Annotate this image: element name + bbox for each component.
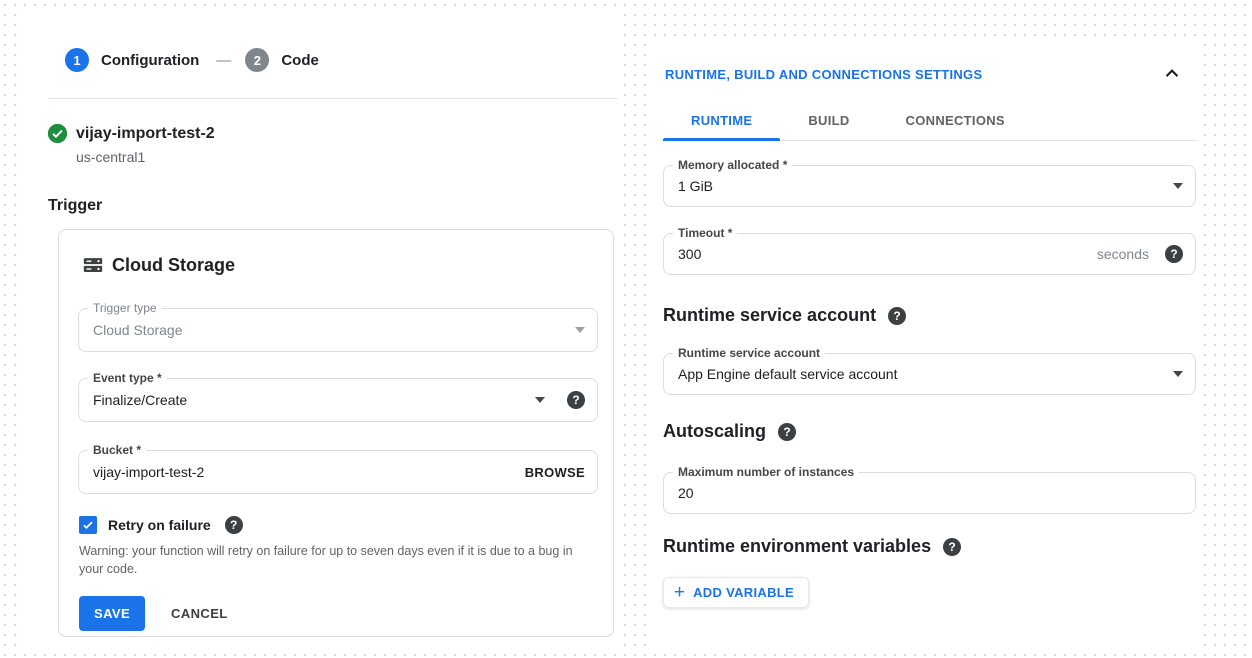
service-account-heading: Runtime service account	[663, 305, 876, 326]
event-type-select[interactable]: Event type * Finalize/Create	[78, 378, 598, 422]
add-variable-button[interactable]: ADD VARIABLE	[663, 577, 809, 608]
autoscaling-heading-row: Autoscaling	[663, 421, 1198, 442]
cancel-button[interactable]: CANCEL	[167, 596, 232, 631]
configuration-panel: 1 Configuration — 2 Code vijay-import-te…	[24, 10, 618, 648]
env-vars-heading: Runtime environment variables	[663, 536, 931, 557]
settings-header-row: RUNTIME, BUILD AND CONNECTIONS SETTINGS	[665, 64, 1182, 84]
dropdown-arrow-icon	[535, 397, 545, 403]
tab-build[interactable]: BUILD	[780, 108, 877, 140]
dropdown-arrow-icon	[575, 327, 585, 333]
plus-icon	[674, 586, 685, 600]
check-circle-icon	[47, 123, 68, 144]
trigger-type-value: Cloud Storage	[93, 322, 183, 338]
autoscaling-heading: Autoscaling	[663, 421, 766, 442]
event-type-help-icon[interactable]	[567, 391, 585, 409]
save-button[interactable]: SAVE	[79, 596, 145, 631]
service-account-help-icon[interactable]	[888, 307, 906, 325]
function-region: us-central1	[76, 149, 618, 165]
max-instances-value: 20	[678, 485, 694, 501]
env-vars-help-icon[interactable]	[943, 538, 961, 556]
browse-button[interactable]: BROWSE	[525, 465, 585, 480]
trigger-card: Cloud Storage Trigger type Cloud Storage…	[58, 229, 614, 637]
runtime-settings-panel: RUNTIME, BUILD AND CONNECTIONS SETTINGS …	[648, 42, 1198, 648]
memory-allocated-value: 1 GiB	[678, 178, 713, 194]
cloud-storage-icon	[82, 254, 104, 276]
tab-connections[interactable]: CONNECTIONS	[878, 108, 1033, 140]
add-variable-label: ADD VARIABLE	[693, 585, 794, 600]
trigger-type-label: Trigger type	[88, 301, 162, 316]
max-instances-label: Maximum number of instances	[673, 465, 859, 480]
memory-allocated-label: Memory allocated *	[673, 158, 792, 173]
retry-on-failure-row: Retry on failure	[79, 516, 595, 534]
retry-label: Retry on failure	[108, 517, 211, 533]
timeout-field[interactable]: Timeout * 300 seconds	[663, 233, 1196, 275]
max-instances-field[interactable]: Maximum number of instances 20	[663, 472, 1196, 514]
settings-header-title[interactable]: RUNTIME, BUILD AND CONNECTIONS SETTINGS	[665, 67, 982, 82]
retry-warning-text: Warning: your function will retry on fai…	[79, 542, 581, 578]
collapse-section-button[interactable]	[1162, 64, 1182, 84]
dropdown-arrow-icon	[1173, 183, 1183, 189]
step-code[interactable]: 2 Code	[245, 48, 319, 72]
env-vars-heading-row: Runtime environment variables	[663, 536, 1198, 557]
bucket-field[interactable]: Bucket * vijay-import-test-2 BROWSE	[78, 450, 598, 494]
settings-tabs: RUNTIME BUILD CONNECTIONS	[663, 108, 1198, 141]
service-account-heading-row: Runtime service account	[663, 305, 1198, 326]
step-configuration[interactable]: 1 Configuration	[65, 48, 199, 72]
function-name-row: vijay-import-test-2	[47, 123, 618, 144]
timeout-label: Timeout *	[673, 226, 737, 241]
trigger-actions: SAVE CANCEL	[79, 596, 595, 631]
memory-allocated-select[interactable]: Memory allocated * 1 GiB	[663, 165, 1196, 207]
step-2-label: Code	[281, 52, 319, 69]
retry-checkbox[interactable]	[79, 516, 97, 534]
service-account-value: App Engine default service account	[678, 366, 897, 382]
timeout-value: 300	[678, 246, 701, 262]
trigger-card-title: Cloud Storage	[112, 255, 235, 276]
bucket-label: Bucket *	[88, 443, 146, 458]
step-1-label: Configuration	[101, 52, 199, 69]
chevron-up-icon	[1162, 64, 1182, 84]
step-separator: —	[216, 52, 231, 69]
step-2-circle: 2	[245, 48, 269, 72]
autoscaling-help-icon[interactable]	[778, 423, 796, 441]
timeout-suffix: seconds	[1097, 246, 1149, 262]
retry-help-icon[interactable]	[225, 516, 243, 534]
event-type-label: Event type *	[88, 371, 167, 386]
bucket-value: vijay-import-test-2	[93, 464, 204, 480]
step-1-circle: 1	[65, 48, 89, 72]
timeout-help-icon[interactable]	[1165, 245, 1183, 263]
divider	[48, 98, 618, 99]
dropdown-arrow-icon	[1173, 371, 1183, 377]
function-name: vijay-import-test-2	[76, 125, 215, 143]
trigger-card-title-row: Cloud Storage	[82, 254, 595, 276]
trigger-type-select[interactable]: Trigger type Cloud Storage	[78, 308, 598, 352]
stepper: 1 Configuration — 2 Code	[65, 48, 618, 72]
event-type-value: Finalize/Create	[93, 392, 187, 408]
service-account-select[interactable]: Runtime service account App Engine defau…	[663, 353, 1196, 395]
trigger-section-heading: Trigger	[48, 197, 618, 215]
service-account-label: Runtime service account	[673, 346, 825, 361]
tab-runtime[interactable]: RUNTIME	[663, 108, 780, 140]
